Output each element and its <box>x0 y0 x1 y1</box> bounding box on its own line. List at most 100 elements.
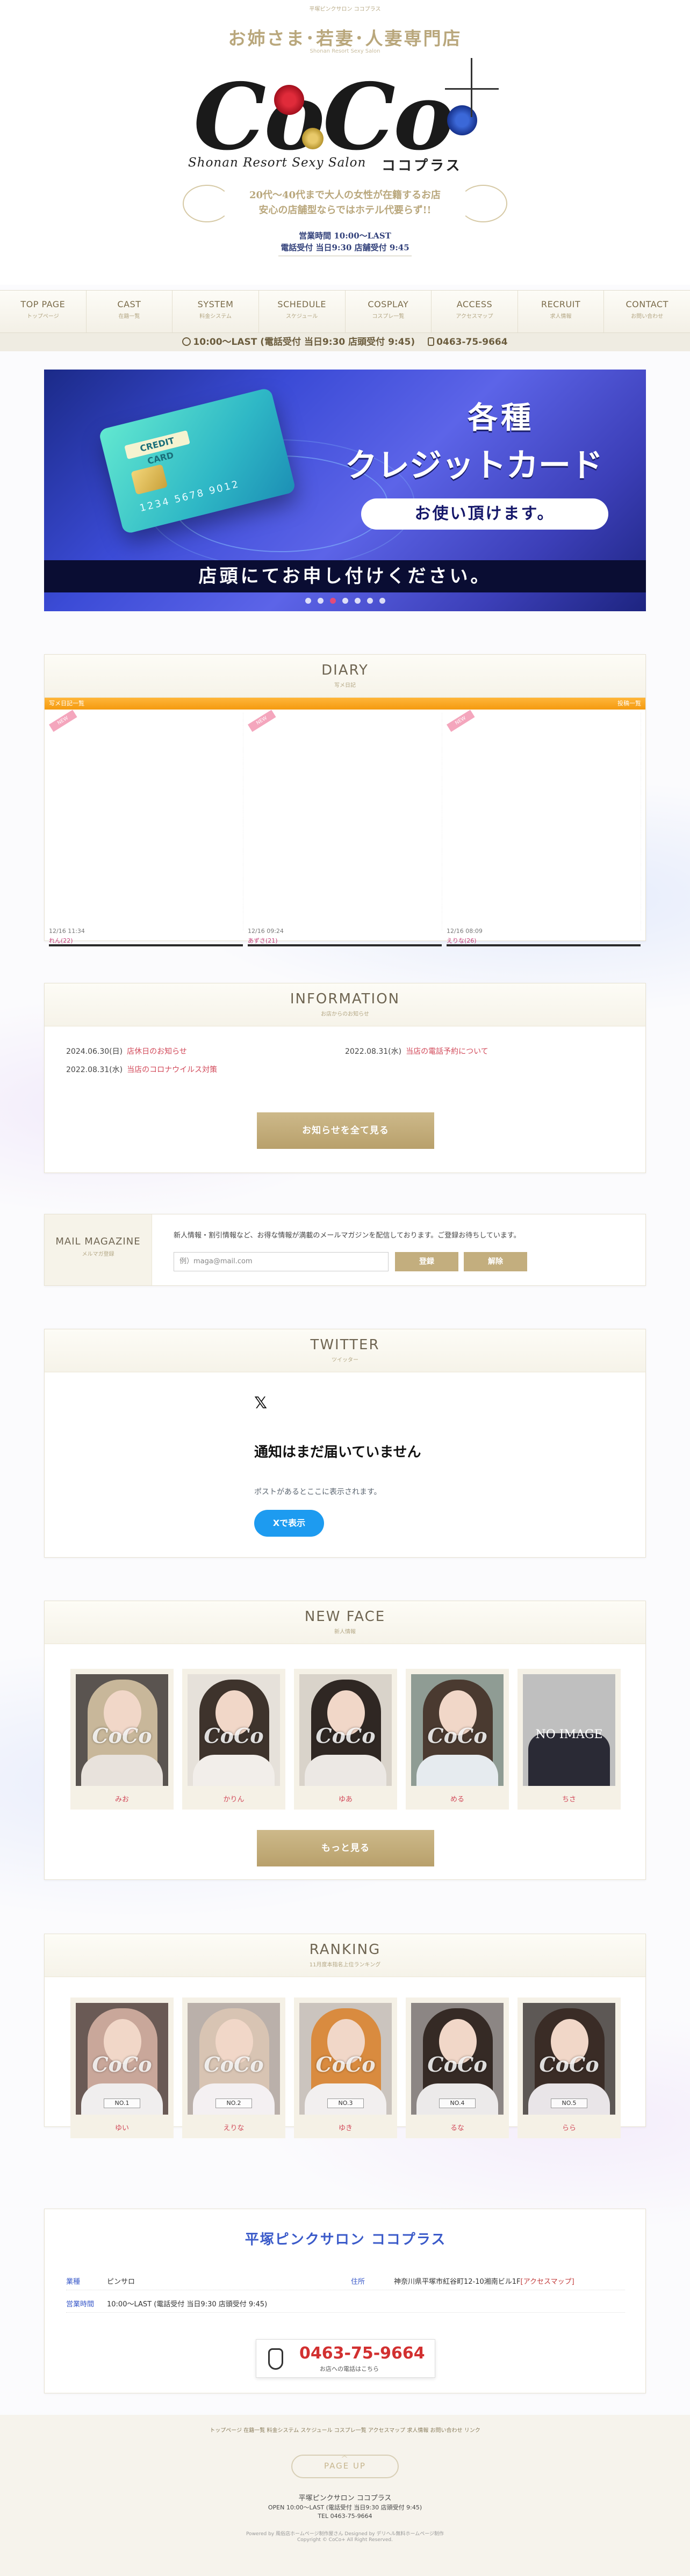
footer-links[interactable]: トップページ 在籍一覧 料金システム スケジュール コスプレ一覧 アクセスマップ… <box>0 2426 690 2434</box>
section-title: RANKING <box>309 1942 381 1958</box>
info-link[interactable]: 店休日のお知らせ <box>127 1047 187 1056</box>
cast-photo[interactable]: CoCo NO.1 <box>76 2003 168 2115</box>
infobar-hours: 10:00～LAST (電話受付 当日9:30 店頭受付 9:45) <box>193 337 415 348</box>
view-on-x-button[interactable]: Xで表示 <box>254 1510 324 1537</box>
nav-item-access[interactable]: ACCESS アクセスマップ <box>432 291 518 332</box>
cast-photo[interactable]: CoCo NO.2 <box>188 2003 280 2115</box>
all-news-button[interactable]: お知らせを全て見る <box>257 1112 434 1149</box>
nav-item-top[interactable]: TOP PAGE トップページ <box>0 291 87 332</box>
shop-divider <box>66 2312 625 2313</box>
nav-item-schedule[interactable]: SCHEDULE スケジュール <box>259 291 346 332</box>
cast-photo[interactable]: CoCo <box>188 1674 280 1786</box>
header-tagline: 平塚ピンクサロン ココプラス <box>309 6 381 12</box>
more-button[interactable]: もっと見る <box>257 1830 434 1866</box>
diary-list-link[interactable]: 写メ日記一覧 <box>49 700 84 707</box>
cast-card[interactable]: CoCo みお <box>70 1669 174 1810</box>
cast-card[interactable]: NO IMAGE ちさ <box>518 1669 621 1810</box>
diary-name[interactable]: あずさ(21) <box>248 936 278 945</box>
banner-line1: 各種 <box>468 401 534 436</box>
plus-mark-horizontal <box>445 88 499 90</box>
nav-jp: 在籍一覧 <box>118 314 140 320</box>
cast-name[interactable]: らら <box>523 2122 615 2132</box>
rank-badge: NO.1 <box>104 2099 140 2108</box>
cast-photo[interactable]: CoCo NO.5 <box>523 2003 615 2115</box>
cast-photo[interactable]: CoCo NO.4 <box>411 2003 504 2115</box>
hours-value: 10:00～LAST (電話受付 当日9:30 店頭受付 9:45) <box>107 2300 268 2309</box>
logo-kana: ココプラス <box>382 158 462 174</box>
rank-badge: NO.3 <box>327 2099 364 2108</box>
diary-entry[interactable]: NEW 12/16 09:24 あずさ(21) <box>248 710 442 946</box>
slider-dot[interactable] <box>342 598 348 604</box>
logo-watermark: CoCo <box>204 2052 264 2076</box>
shop-title: 平塚ピンクサロン ココプラス <box>245 2232 447 2248</box>
cast-name[interactable]: ゆあ <box>299 1793 392 1804</box>
diary-divider <box>447 944 641 946</box>
cast-photo[interactable]: CoCo <box>299 1674 392 1786</box>
header-hours: 営業時間 10:00～LAST 電話受付 当日9:30 店舗受付 9:45 <box>278 230 412 256</box>
ranking-card[interactable]: CoCo NO.4 るな <box>406 1998 509 2138</box>
ranking-card[interactable]: CoCo NO.5 らら <box>518 1998 621 2138</box>
slider-dot[interactable] <box>305 598 311 604</box>
info-link[interactable]: 当店のコロナウイルス対策 <box>127 1066 217 1074</box>
cast-card[interactable]: CoCo める <box>406 1669 509 1810</box>
info-item[interactable]: 2022.08.31(水) 当店のコロナウイルス対策 <box>66 1064 624 1075</box>
infobar-phone[interactable]: 0463-75-9664 <box>436 337 507 348</box>
page-up-button[interactable]: ︿ PAGE UP <box>291 2454 399 2478</box>
info-item[interactable]: 2022.08.31(水) 当店の電話予約について <box>345 1046 624 1057</box>
cast-photo[interactable]: CoCo <box>76 1674 168 1786</box>
credit-card-banner[interactable]: CREDIT CARD 1234 5678 9012 各種 クレジットカード お… <box>44 370 646 611</box>
cast-photo[interactable]: CoCo NO.3 <box>299 2003 392 2115</box>
ranking-card[interactable]: CoCo NO.3 ゆき <box>294 1998 397 2138</box>
cast-name[interactable]: みお <box>76 1793 168 1804</box>
cast-name[interactable]: えりな <box>188 2122 280 2132</box>
ranking-card[interactable]: CoCo NO.2 えりな <box>182 1998 285 2138</box>
diary-entry[interactable]: NEW 12/16 11:34 れん(22) <box>49 710 243 946</box>
slider-dot[interactable] <box>379 598 385 604</box>
slider-dot-active[interactable] <box>329 598 336 604</box>
header-hours-line: 電話受付 当日9:30 店舗受付 9:45 <box>281 243 409 252</box>
unregister-button[interactable]: 解除 <box>464 1252 527 1271</box>
cast-photo[interactable]: NO IMAGE <box>523 1674 615 1786</box>
email-input[interactable]: 例）maga@mail.com <box>174 1252 389 1271</box>
ranking-card[interactable]: CoCo NO.1 ゆい <box>70 1998 174 2138</box>
access-map-link[interactable]: [アクセスマップ] <box>521 2278 574 2286</box>
cast-name[interactable]: ちさ <box>523 1793 615 1804</box>
logo-watermark: CoCo <box>315 1724 376 1748</box>
cast-photo[interactable]: CoCo <box>411 1674 504 1786</box>
info-link[interactable]: 当店の電話予約について <box>406 1047 488 1056</box>
address-value: 神奈川県平塚市紅谷町12-10湘南ビル1F[アクセスマップ] <box>394 2276 574 2286</box>
info-item[interactable]: 2024.06.30(日) 店休日のお知らせ <box>66 1046 345 1057</box>
cast-name[interactable]: るな <box>411 2122 504 2132</box>
cast-name[interactable]: ゆき <box>299 2122 392 2132</box>
nav-item-system[interactable]: SYSTEM 料金システム <box>172 291 259 332</box>
cast-card[interactable]: CoCo ゆあ <box>294 1669 397 1810</box>
diary-entry[interactable]: NEW 12/16 08:09 えりな(26) <box>447 710 641 946</box>
site-footer: トップページ 在籍一覧 料金システム スケジュール コスプレ一覧 アクセスマップ… <box>0 2415 690 2576</box>
header-hours-line: 営業時間 10:00～LAST <box>299 231 391 241</box>
cast-name[interactable]: める <box>411 1793 504 1804</box>
nav-item-contact[interactable]: CONTACT お問い合わせ <box>604 291 690 332</box>
register-button[interactable]: 登録 <box>395 1252 458 1271</box>
section-subtitle: 11月度本指名上位ランキング <box>309 1962 381 1968</box>
cast-name[interactable]: ゆい <box>76 2122 168 2132</box>
nav-item-cosplay[interactable]: COSPLAY コスプレ一覧 <box>346 291 432 332</box>
cast-card[interactable]: CoCo かりん <box>182 1669 285 1810</box>
cast-name[interactable]: かりん <box>188 1793 280 1804</box>
tel-button[interactable]: 0463-75-9664 お店への電話はこちら <box>256 2339 435 2378</box>
section-head: DIARY 写メ日記 <box>45 655 645 698</box>
slider-dot[interactable] <box>317 598 324 604</box>
nav-item-recruit[interactable]: RECRUIT 求人情報 <box>518 291 605 332</box>
site-logo[interactable]: CoCo Shonan Resort Sexy Salon ココプラス <box>183 58 527 187</box>
diary-name[interactable]: えりな(26) <box>447 936 477 945</box>
footer-tel[interactable]: TEL 0463-75-9664 <box>0 2513 690 2520</box>
nav-item-cast[interactable]: CAST 在籍一覧 <box>87 291 173 332</box>
diary-name[interactable]: れん(22) <box>49 936 73 945</box>
header-message: 20代～40代まで大人の女性が在籍するお店 安心の店舗型ならではホテル代要らず!… <box>0 188 690 218</box>
hours-label: 営業時間 <box>66 2300 95 2309</box>
slider-dot[interactable] <box>366 598 373 604</box>
diary-post-link[interactable]: 投稿一覧 <box>617 698 641 710</box>
slider-dot[interactable] <box>354 598 361 604</box>
nav-en: SCHEDULE <box>277 299 326 309</box>
catchcopy-sub: Shonan Resort Sexy Salon <box>310 48 380 54</box>
address-label: 住所 <box>351 2278 365 2286</box>
